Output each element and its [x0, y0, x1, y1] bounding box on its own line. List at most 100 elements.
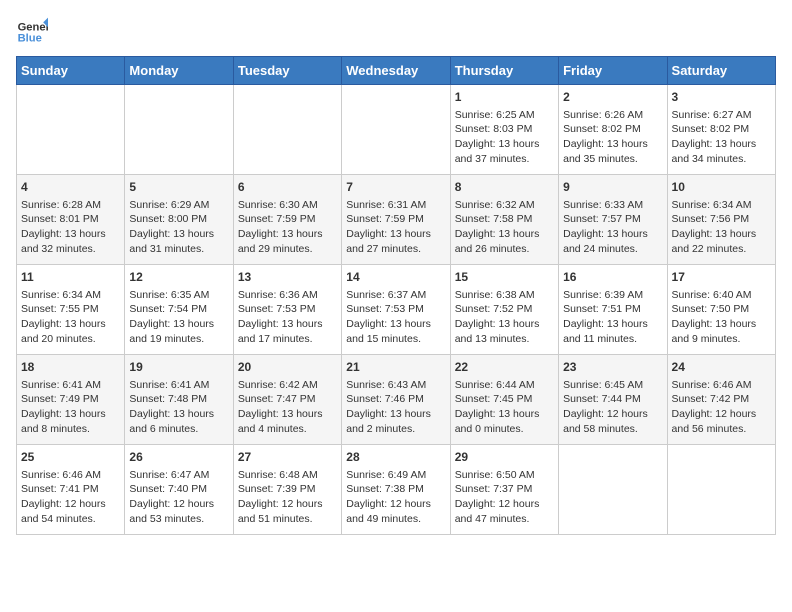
day-info: Sunrise: 6:43 AM Sunset: 7:46 PM Dayligh…: [346, 378, 445, 437]
calendar-day-cell: [667, 445, 775, 535]
day-info: Sunrise: 6:49 AM Sunset: 7:38 PM Dayligh…: [346, 468, 445, 527]
calendar-day-cell: 26 Sunrise: 6:47 AM Sunset: 7:40 PM Dayli…: [125, 445, 233, 535]
day-number: 27: [238, 449, 337, 466]
day-number: 26: [129, 449, 228, 466]
calendar-day-cell: 16 Sunrise: 6:39 AM Sunset: 7:51 PM Dayli…: [559, 265, 667, 355]
day-info: Sunrise: 6:40 AM Sunset: 7:50 PM Dayligh…: [672, 288, 771, 347]
day-info: Sunrise: 6:33 AM Sunset: 7:57 PM Dayligh…: [563, 198, 662, 257]
logo-icon: General Blue: [16, 16, 48, 48]
day-info: Sunrise: 6:28 AM Sunset: 8:01 PM Dayligh…: [21, 198, 120, 257]
calendar-day-cell: 5 Sunrise: 6:29 AM Sunset: 8:00 PM Daylig…: [125, 175, 233, 265]
calendar-week-row: 25 Sunrise: 6:46 AM Sunset: 7:41 PM Dayli…: [17, 445, 776, 535]
day-number: 2: [563, 89, 662, 106]
calendar-day-cell: 13 Sunrise: 6:36 AM Sunset: 7:53 PM Dayli…: [233, 265, 341, 355]
day-info: Sunrise: 6:30 AM Sunset: 7:59 PM Dayligh…: [238, 198, 337, 257]
day-info: Sunrise: 6:38 AM Sunset: 7:52 PM Dayligh…: [455, 288, 554, 347]
day-info: Sunrise: 6:31 AM Sunset: 7:59 PM Dayligh…: [346, 198, 445, 257]
calendar-day-cell: 1Sunrise: 6:25 AM Sunset: 8:03 PM Daylig…: [450, 85, 558, 175]
svg-text:General: General: [18, 21, 48, 33]
day-info: Sunrise: 6:45 AM Sunset: 7:44 PM Dayligh…: [563, 378, 662, 437]
day-number: 8: [455, 179, 554, 196]
day-of-week-header: Thursday: [450, 57, 558, 85]
day-of-week-header: Saturday: [667, 57, 775, 85]
day-number: 25: [21, 449, 120, 466]
calendar-table: SundayMondayTuesdayWednesdayThursdayFrid…: [16, 56, 776, 535]
day-info: Sunrise: 6:44 AM Sunset: 7:45 PM Dayligh…: [455, 378, 554, 437]
day-number: 3: [672, 89, 771, 106]
day-number: 15: [455, 269, 554, 286]
day-number: 23: [563, 359, 662, 376]
day-info: Sunrise: 6:35 AM Sunset: 7:54 PM Dayligh…: [129, 288, 228, 347]
logo: General Blue: [16, 16, 48, 48]
day-number: 12: [129, 269, 228, 286]
calendar-day-cell: 12 Sunrise: 6:35 AM Sunset: 7:54 PM Dayli…: [125, 265, 233, 355]
day-info: Sunrise: 6:41 AM Sunset: 7:48 PM Dayligh…: [129, 378, 228, 437]
calendar-day-cell: 17 Sunrise: 6:40 AM Sunset: 7:50 PM Dayli…: [667, 265, 775, 355]
day-number: 4: [21, 179, 120, 196]
day-info: Sunrise: 6:34 AM Sunset: 7:56 PM Dayligh…: [672, 198, 771, 257]
calendar-day-cell: 14 Sunrise: 6:37 AM Sunset: 7:53 PM Dayli…: [342, 265, 450, 355]
day-info: Sunrise: 6:29 AM Sunset: 8:00 PM Dayligh…: [129, 198, 228, 257]
calendar-day-cell: 28 Sunrise: 6:49 AM Sunset: 7:38 PM Dayli…: [342, 445, 450, 535]
day-number: 29: [455, 449, 554, 466]
calendar-day-cell: 20 Sunrise: 6:42 AM Sunset: 7:47 PM Dayli…: [233, 355, 341, 445]
day-info: Sunrise: 6:48 AM Sunset: 7:39 PM Dayligh…: [238, 468, 337, 527]
day-number: 6: [238, 179, 337, 196]
day-info: Sunrise: 6:26 AM Sunset: 8:02 PM Dayligh…: [563, 108, 662, 167]
svg-text:Blue: Blue: [18, 33, 42, 45]
day-info: Sunrise: 6:46 AM Sunset: 7:41 PM Dayligh…: [21, 468, 120, 527]
day-info: Sunrise: 6:32 AM Sunset: 7:58 PM Dayligh…: [455, 198, 554, 257]
calendar-day-cell: [125, 85, 233, 175]
day-number: 11: [21, 269, 120, 286]
day-info: Sunrise: 6:39 AM Sunset: 7:51 PM Dayligh…: [563, 288, 662, 347]
calendar-day-cell: 21 Sunrise: 6:43 AM Sunset: 7:46 PM Dayli…: [342, 355, 450, 445]
calendar-day-cell: 11 Sunrise: 6:34 AM Sunset: 7:55 PM Dayli…: [17, 265, 125, 355]
day-of-week-header: Friday: [559, 57, 667, 85]
day-number: 28: [346, 449, 445, 466]
calendar-week-row: 1Sunrise: 6:25 AM Sunset: 8:03 PM Daylig…: [17, 85, 776, 175]
day-number: 16: [563, 269, 662, 286]
calendar-day-cell: 19Sunrise: 6:41 AM Sunset: 7:48 PM Dayli…: [125, 355, 233, 445]
calendar-day-cell: [17, 85, 125, 175]
day-info: Sunrise: 6:37 AM Sunset: 7:53 PM Dayligh…: [346, 288, 445, 347]
day-info: Sunrise: 6:25 AM Sunset: 8:03 PM Dayligh…: [455, 108, 554, 167]
calendar-day-cell: 27 Sunrise: 6:48 AM Sunset: 7:39 PM Dayli…: [233, 445, 341, 535]
day-of-week-header: Monday: [125, 57, 233, 85]
calendar-day-cell: 7Sunrise: 6:31 AM Sunset: 7:59 PM Daylig…: [342, 175, 450, 265]
calendar-day-cell: 25 Sunrise: 6:46 AM Sunset: 7:41 PM Dayli…: [17, 445, 125, 535]
day-number: 17: [672, 269, 771, 286]
day-number: 21: [346, 359, 445, 376]
day-number: 20: [238, 359, 337, 376]
day-number: 10: [672, 179, 771, 196]
calendar-day-cell: 22 Sunrise: 6:44 AM Sunset: 7:45 PM Dayli…: [450, 355, 558, 445]
day-info: Sunrise: 6:36 AM Sunset: 7:53 PM Dayligh…: [238, 288, 337, 347]
calendar-day-cell: 3 Sunrise: 6:27 AM Sunset: 8:02 PM Daylig…: [667, 85, 775, 175]
day-number: 9: [563, 179, 662, 196]
calendar-day-cell: [342, 85, 450, 175]
day-info: Sunrise: 6:34 AM Sunset: 7:55 PM Dayligh…: [21, 288, 120, 347]
day-info: Sunrise: 6:50 AM Sunset: 7:37 PM Dayligh…: [455, 468, 554, 527]
calendar-day-cell: 2 Sunrise: 6:26 AM Sunset: 8:02 PM Daylig…: [559, 85, 667, 175]
day-number: 5: [129, 179, 228, 196]
calendar-day-cell: 9 Sunrise: 6:33 AM Sunset: 7:57 PM Daylig…: [559, 175, 667, 265]
day-number: 22: [455, 359, 554, 376]
day-number: 13: [238, 269, 337, 286]
calendar-day-cell: 8 Sunrise: 6:32 AM Sunset: 7:58 PM Daylig…: [450, 175, 558, 265]
calendar-week-row: 11 Sunrise: 6:34 AM Sunset: 7:55 PM Dayli…: [17, 265, 776, 355]
day-of-week-header: Sunday: [17, 57, 125, 85]
calendar-day-cell: 6 Sunrise: 6:30 AM Sunset: 7:59 PM Daylig…: [233, 175, 341, 265]
day-info: Sunrise: 6:46 AM Sunset: 7:42 PM Dayligh…: [672, 378, 771, 437]
calendar-day-cell: 18 Sunrise: 6:41 AM Sunset: 7:49 PM Dayli…: [17, 355, 125, 445]
day-info: Sunrise: 6:42 AM Sunset: 7:47 PM Dayligh…: [238, 378, 337, 437]
day-number: 14: [346, 269, 445, 286]
day-info: Sunrise: 6:41 AM Sunset: 7:49 PM Dayligh…: [21, 378, 120, 437]
page-header: General Blue: [16, 16, 776, 48]
calendar-day-cell: 10 Sunrise: 6:34 AM Sunset: 7:56 PM Dayli…: [667, 175, 775, 265]
day-number: 24: [672, 359, 771, 376]
day-of-week-header: Tuesday: [233, 57, 341, 85]
calendar-day-cell: 24 Sunrise: 6:46 AM Sunset: 7:42 PM Dayli…: [667, 355, 775, 445]
day-number: 18: [21, 359, 120, 376]
day-info: Sunrise: 6:27 AM Sunset: 8:02 PM Dayligh…: [672, 108, 771, 167]
day-info: Sunrise: 6:47 AM Sunset: 7:40 PM Dayligh…: [129, 468, 228, 527]
calendar-header-row: SundayMondayTuesdayWednesdayThursdayFrid…: [17, 57, 776, 85]
